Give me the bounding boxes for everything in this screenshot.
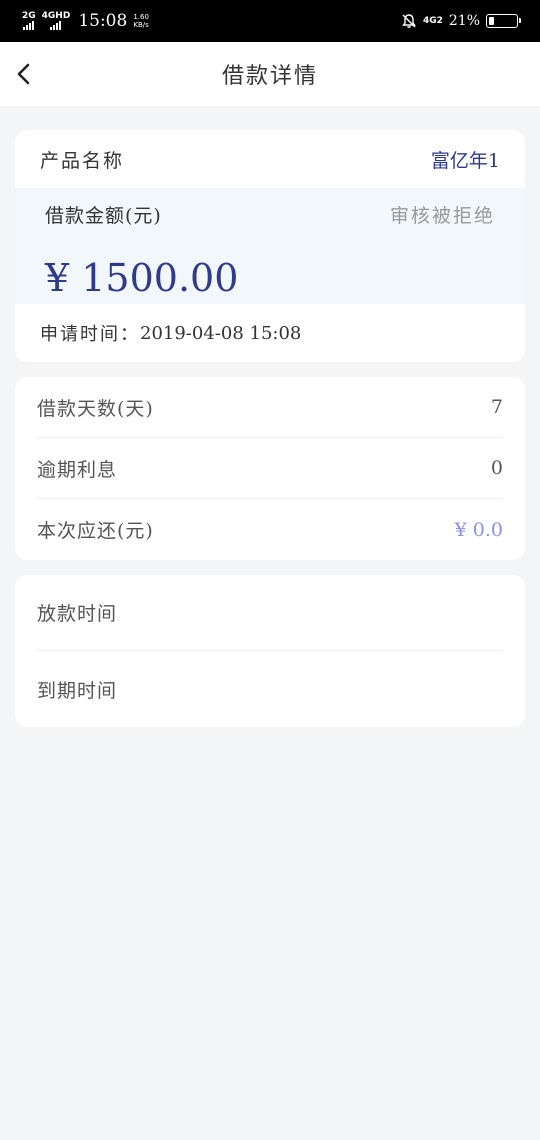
disburse-time-label: 放款时间	[37, 603, 118, 625]
loan-amount: ¥ 1500.00	[45, 256, 239, 300]
repay-amount-value: ¥ 0.0	[454, 518, 503, 541]
network-label-2g: 2G	[22, 11, 36, 21]
battery-percent: 21%	[448, 13, 480, 29]
overdue-interest-value: 0	[490, 457, 503, 479]
loan-details-card: 借款天数(天) 7 逾期利息 0 本次应还(元) ¥ 0.0	[15, 377, 525, 560]
status-badge: 审核被拒绝	[389, 204, 495, 227]
repay-amount-label: 本次应还(元)	[37, 520, 154, 542]
amount-box: 借款金额(元) 审核被拒绝 ¥ 1500.00	[15, 188, 525, 304]
page-title: 借款详情	[221, 64, 318, 89]
network-label-4g2: 4G2	[422, 16, 443, 26]
list-item: 到期时间	[37, 651, 503, 727]
overdue-interest-label: 逾期利息	[37, 458, 118, 481]
speed-unit: KB/s	[133, 21, 149, 29]
apply-time-row: 申请时间： 2019-04-08 15:08	[15, 304, 525, 362]
product-value: 富亿年1	[430, 149, 500, 172]
status-left: 2G 4GHD 15:08 1.60 KB/s	[22, 11, 149, 31]
status-right: 4G2 21%	[401, 13, 521, 29]
product-label: 产品名称	[40, 149, 125, 172]
battery-icon	[486, 14, 521, 28]
due-time-label: 到期时间	[37, 679, 118, 702]
apply-time-value: 2019-04-08 15:08	[140, 322, 302, 344]
battery-fill	[489, 17, 494, 25]
back-arrow-icon[interactable]	[14, 60, 36, 88]
list-item: 逾期利息 0	[37, 438, 503, 499]
status-time: 15:08	[78, 11, 128, 31]
loan-summary-card: 产品名称 富亿年1 借款金额(元) 审核被拒绝 ¥ 1500.00 申请时间： …	[15, 130, 525, 362]
list-item: 本次应还(元) ¥ 0.0	[37, 499, 503, 560]
network-speed: 1.60 KB/s	[133, 13, 149, 29]
network-label-4g: 4GHD	[41, 11, 71, 21]
loan-days-value: 7	[490, 396, 503, 418]
status-bar: 2G 4GHD 15:08 1.60 KB/s 4G2 21%	[0, 0, 540, 42]
amount-label: 借款金额(元)	[45, 204, 162, 227]
list-item: 借款天数(天) 7	[37, 377, 503, 438]
speed-value: 1.60	[133, 13, 149, 21]
product-row: 产品名称 富亿年1	[15, 130, 525, 188]
signal-2g-icon: 2G	[22, 12, 36, 30]
list-item: 放款时间	[37, 575, 503, 651]
signal-4g-icon: 4GHD	[41, 11, 71, 30]
nav-bar: 借款详情	[0, 42, 540, 106]
loan-times-card: 放款时间 到期时间	[15, 575, 525, 727]
loan-days-label: 借款天数(天)	[37, 397, 154, 420]
bell-muted-icon	[402, 14, 416, 28]
apply-time-label: 申请时间：	[40, 324, 140, 345]
